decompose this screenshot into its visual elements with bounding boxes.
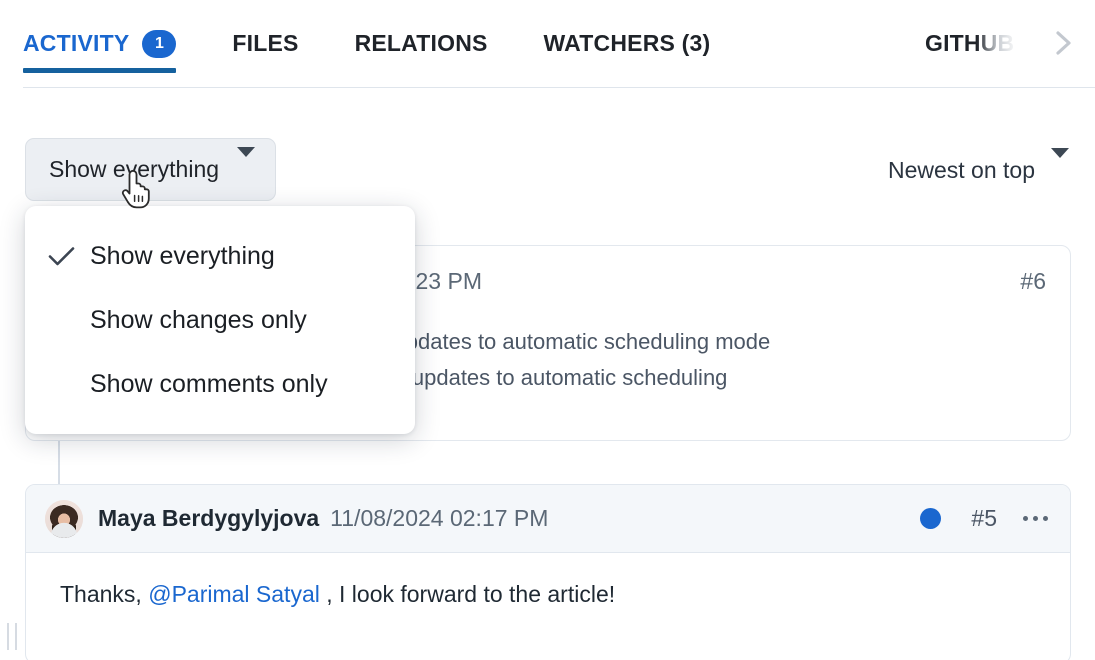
tab-activity[interactable]: ACTIVITY 1 (23, 0, 177, 87)
kebab-menu-icon[interactable] (1021, 510, 1050, 527)
activity-filter-label: Show everything (49, 156, 220, 182)
comment-author[interactable]: Maya Berdygylyjova (98, 505, 319, 532)
activity-filter-button[interactable]: Show everything (25, 138, 277, 201)
menu-item-show-changes-only[interactable]: Show changes only (25, 288, 415, 352)
comment-text-suffix: , I look forward to the article! (319, 581, 616, 607)
tab-files-label: FILES (232, 30, 299, 56)
comment-mention-link[interactable]: @Parimal Satyal (148, 581, 320, 607)
user-avatar-image (45, 499, 83, 538)
comment-header-actions: #5 (920, 505, 1050, 532)
activity-panel: ACTIVITY 1 FILES RELATIONS WATCHERS (3) … (0, 0, 1095, 660)
chevron-right-icon[interactable] (1047, 26, 1081, 60)
activity-sort-button[interactable]: Newest on top (887, 147, 1069, 190)
tab-relations[interactable]: RELATIONS (355, 0, 488, 87)
comment-number: #5 (971, 505, 997, 531)
tab-bar: ACTIVITY 1 FILES RELATIONS WATCHERS (3) … (0, 0, 1095, 89)
menu-item-show-everything[interactable]: Show everything (25, 224, 415, 288)
resize-grip-icon[interactable] (7, 623, 17, 650)
comment-card: Maya Berdygylyjova 11/08/2024 02:17 PM #… (25, 484, 1071, 660)
avatar (45, 499, 83, 538)
tab-relations-label: RELATIONS (354, 30, 488, 56)
activity-filter-menu: Show everything Show changes only Show c… (25, 206, 415, 434)
chevron-down-icon (1051, 147, 1069, 185)
menu-item-show-everything-label: Show everything (90, 241, 275, 270)
activity-sort-label: Newest on top (887, 156, 1035, 183)
comment-body: Thanks, @Parimal Satyal , I look forward… (26, 553, 1070, 608)
activity-entry-number: #6 (1020, 268, 1046, 294)
comment-date: 11/08/2024 02:17 PM (330, 505, 549, 531)
tab-github-label: GITHUB (925, 30, 1015, 56)
tab-watchers[interactable]: WATCHERS (3) (544, 0, 711, 87)
tab-bar-divider (23, 87, 1095, 88)
menu-item-show-comments-only[interactable]: Show comments only (25, 352, 415, 416)
status-badge (920, 508, 942, 529)
comment-header: Maya Berdygylyjova 11/08/2024 02:17 PM #… (26, 485, 1070, 553)
comment-text-prefix: Thanks, (60, 581, 149, 607)
menu-item-show-changes-only-label: Show changes only (90, 305, 307, 334)
tab-github[interactable]: GITHUB (925, 0, 1014, 87)
tab-list: ACTIVITY 1 FILES RELATIONS WATCHERS (3) (23, 0, 710, 87)
tab-files[interactable]: FILES (232, 0, 298, 87)
tab-activity-badge: 1 (142, 29, 177, 58)
check-icon (47, 244, 90, 268)
tab-activity-label: ACTIVITY (23, 30, 130, 56)
chevron-down-icon (237, 147, 256, 184)
tab-active-underline (23, 68, 177, 73)
menu-item-show-comments-only-label: Show comments only (90, 369, 328, 398)
tab-watchers-label: WATCHERS (3) (543, 30, 711, 56)
